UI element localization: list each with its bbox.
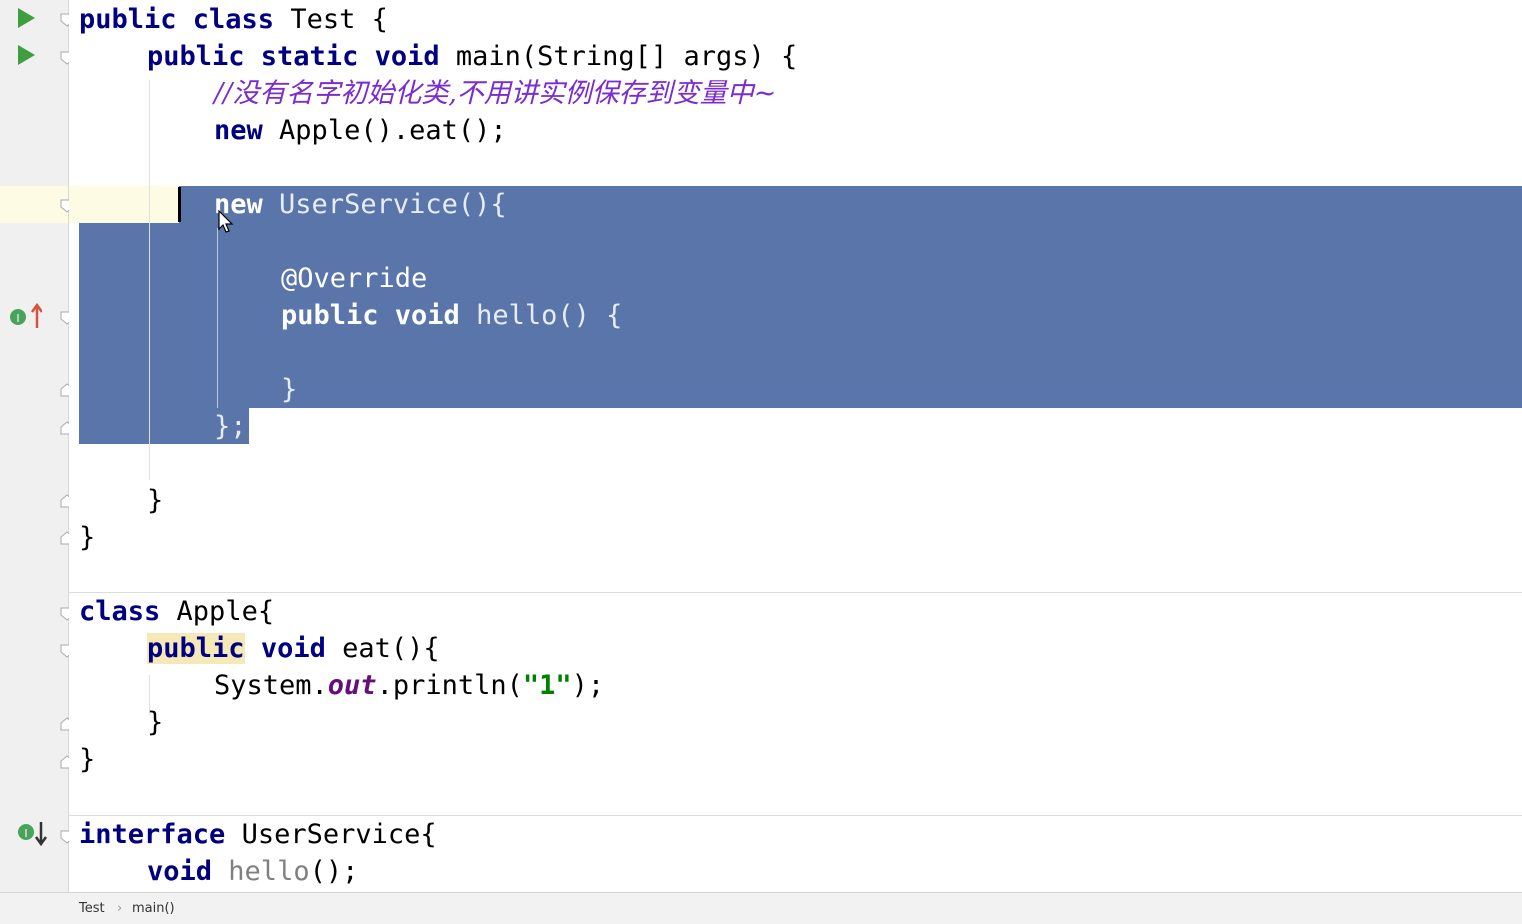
code-line-11[interactable]: } — [281, 371, 297, 408]
code-line-19[interactable]: System.out.println("1"); — [214, 667, 604, 704]
indent-guide — [149, 80, 150, 480]
code-line-1[interactable]: public class Test { — [79, 1, 388, 38]
method-separator — [69, 592, 1522, 593]
implemented-by-icon[interactable]: I — [16, 820, 50, 848]
mouse-pointer-icon — [218, 209, 234, 238]
code-line-2[interactable]: public static void main(String[] args) { — [147, 38, 797, 75]
breadcrumb-item-main[interactable]: main() — [132, 901, 175, 916]
text-cursor — [178, 187, 181, 222]
code-line-20[interactable]: } — [147, 704, 163, 741]
breadcrumb-bar: Test › main() — [0, 892, 1522, 924]
code-line-18[interactable]: public void eat(){ — [147, 630, 440, 667]
editor-gutter: I I — [0, 0, 74, 892]
breadcrumb-item-test[interactable]: Test — [79, 901, 105, 916]
current-line-highlight — [69, 186, 179, 223]
current-line-gutter — [0, 186, 68, 223]
implements-method-icon[interactable]: I — [8, 302, 44, 330]
code-line-23[interactable]: interface UserService{ — [79, 816, 437, 853]
code-line-12[interactable]: }; — [214, 408, 247, 445]
indent-guide — [217, 228, 218, 408]
code-line-9[interactable]: public void hello() { — [281, 297, 622, 334]
code-line-24[interactable]: void hello(); — [147, 853, 358, 890]
code-line-4[interactable]: new Apple().eat(); — [214, 112, 507, 149]
code-line-17[interactable]: class Apple{ — [79, 593, 274, 630]
code-line-3[interactable]: //没有名字初始化类,不用讲实例保存到变量中~ — [214, 75, 776, 112]
breadcrumb-separator: › — [117, 901, 123, 916]
code-line-14[interactable]: } — [147, 482, 163, 519]
run-class-icon[interactable] — [18, 8, 35, 28]
code-editor[interactable]: public class Test { public static void m… — [69, 0, 1522, 892]
svg-text:I: I — [24, 827, 27, 840]
code-line-6[interactable]: new UserService(){ — [214, 186, 507, 223]
svg-text:I: I — [16, 312, 19, 325]
code-line-21[interactable]: } — [79, 741, 95, 778]
code-line-8[interactable]: @Override — [281, 260, 427, 297]
code-line-15[interactable]: } — [79, 519, 95, 556]
run-main-icon[interactable] — [18, 45, 35, 65]
